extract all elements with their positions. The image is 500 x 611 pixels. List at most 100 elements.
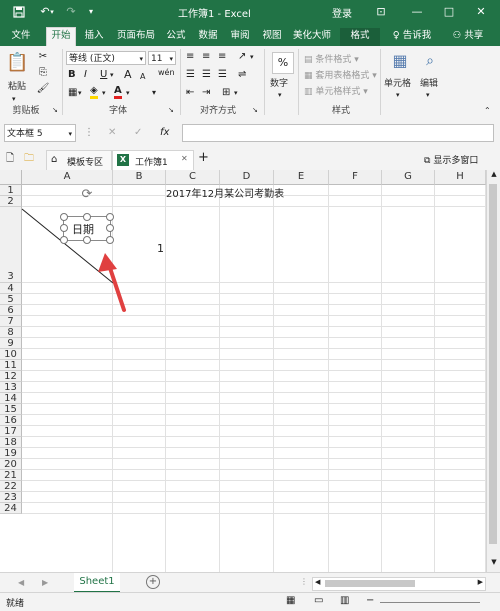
copy-icon[interactable]: ⎘ [36, 66, 50, 80]
tab-beautify-master[interactable]: 美化大师 [290, 28, 334, 46]
font-name-select[interactable]: 等线 (正文) ▾ [66, 51, 146, 65]
tab-file[interactable]: 文件 [6, 28, 36, 46]
ribbon-display-options-icon[interactable]: ⊡ [368, 0, 394, 24]
align-bottom-icon[interactable]: ≡ [218, 50, 226, 64]
paste-icon[interactable]: 📋 [6, 50, 28, 76]
font-size-select[interactable]: 11 ▾ [148, 51, 176, 65]
scroll-right-icon[interactable]: ▶ [478, 578, 483, 586]
close-button[interactable]: ✕ [468, 0, 494, 24]
border-icon[interactable]: ▦ [68, 86, 77, 100]
tab-data[interactable]: 数据 [196, 28, 220, 46]
italic-button[interactable]: I [84, 68, 87, 82]
tab-split-icon[interactable]: ⋮ [300, 575, 308, 589]
enter-icon[interactable]: ✓ [134, 126, 142, 140]
increase-font-icon[interactable]: A [124, 68, 132, 82]
redo-icon[interactable]: ↷ [58, 0, 84, 24]
tab-formulas[interactable]: 公式 [164, 28, 188, 46]
scroll-left-icon[interactable]: ◀ [315, 578, 320, 586]
name-box[interactable]: 文本框 5 ▾ [4, 124, 76, 142]
scroll-down-icon[interactable]: ▼ [487, 558, 500, 566]
conditional-formatting-button[interactable]: ▤ 条件格式 ▾ [304, 52, 359, 65]
find-icon[interactable]: ⌕ [420, 50, 440, 72]
show-multi-window-button[interactable]: ⧉ 显示多窗口 [424, 153, 478, 166]
scroll-up-icon[interactable]: ▲ [487, 170, 500, 178]
cancel-icon[interactable]: ✕ [108, 126, 116, 140]
number-format-icon[interactable]: % [272, 52, 294, 74]
undo-dropdown-icon[interactable]: ▾ [46, 0, 58, 24]
underline-button[interactable]: U [100, 68, 107, 82]
tab-home[interactable]: 开始 [46, 27, 76, 46]
bold-button[interactable]: B [68, 68, 76, 82]
tab-format[interactable]: 格式 [340, 28, 380, 46]
tab-review[interactable]: 审阅 [228, 28, 252, 46]
editing-dropdown-icon[interactable]: ▾ [426, 88, 430, 102]
border-dropdown-icon[interactable]: ▾ [78, 86, 82, 100]
insert-function-icon[interactable]: fx [160, 126, 169, 140]
maximize-button[interactable]: □ [436, 0, 462, 24]
align-middle-icon[interactable]: ≡ [202, 50, 210, 64]
formula-input[interactable] [182, 124, 494, 142]
wrap-text-icon[interactable]: ⇌ [238, 68, 246, 82]
next-sheet-icon[interactable]: ▶ [42, 576, 48, 590]
collapse-ribbon-icon[interactable]: ⌃ [484, 104, 491, 118]
phonetic-guide-icon[interactable]: wén [158, 66, 175, 80]
cut-icon[interactable]: ✂ [36, 50, 50, 64]
add-tab-button[interactable]: + [198, 151, 209, 165]
fill-color-dropdown-icon[interactable]: ▾ [102, 86, 106, 100]
font-color-icon[interactable]: A [114, 84, 122, 99]
cells-dropdown-icon[interactable]: ▾ [396, 88, 400, 102]
new-file-icon[interactable]: 🗋 [6, 152, 14, 166]
cell-styles-button[interactable]: ▥ 单元格样式 ▾ [304, 84, 368, 97]
share-button[interactable]: ⚇ 共享 [446, 28, 490, 46]
tab-close-icon[interactable]: ✕ [181, 154, 188, 163]
cells-icon[interactable]: ▦ [390, 50, 410, 72]
tell-me-search[interactable]: ♀ 告诉我 [388, 28, 436, 46]
clipboard-launcher-icon[interactable]: ↘ [52, 103, 58, 117]
add-sheet-button[interactable]: + [146, 575, 160, 589]
horizontal-scrollbar[interactable]: ◀ ▶ [312, 577, 486, 591]
tab-page-layout[interactable]: 页面布局 [114, 28, 158, 46]
underline-dropdown-icon[interactable]: ▾ [110, 68, 114, 82]
fill-color-icon[interactable]: ◈ [90, 84, 98, 99]
spreadsheet-grid[interactable]: ABCDEFGH 1 2 3 4 5 6 7 8 9 10 11 12 13 14 15 16 17 18 19 20… [0, 170, 486, 572]
zoom-slider[interactable] [380, 602, 480, 603]
normal-view-icon[interactable]: ▦ [286, 594, 295, 608]
minimize-button[interactable]: — [404, 0, 430, 24]
alignment-launcher-icon[interactable]: ↘ [252, 103, 258, 117]
vertical-scrollbar[interactable]: ▲ ▼ [486, 170, 500, 572]
decrease-font-icon[interactable]: A [140, 70, 145, 84]
format-as-table-button[interactable]: ▦ 套用表格格式 ▾ [304, 68, 377, 81]
template-tab[interactable]: ⌂ 模板专区 [46, 150, 112, 170]
prev-sheet-icon[interactable]: ◀ [18, 576, 24, 590]
paste-button[interactable]: 粘贴 [8, 79, 26, 92]
increase-indent-icon[interactable]: ⇥ [202, 86, 210, 100]
customize-qat-icon[interactable]: ▾ [84, 0, 98, 24]
scroll-thumb[interactable] [489, 184, 497, 544]
merge-center-icon[interactable]: ⊞ [222, 86, 230, 100]
h-scroll-thumb[interactable] [325, 580, 415, 587]
save-icon[interactable] [6, 0, 32, 24]
decrease-indent-icon[interactable]: ⇤ [186, 86, 194, 100]
orientation-icon[interactable]: ↗ [238, 50, 246, 64]
font-color-dropdown-icon[interactable]: ▾ [126, 86, 130, 100]
align-left-icon[interactable]: ☰ [186, 68, 195, 82]
more-font-icon[interactable]: ▾ [152, 86, 156, 100]
merge-dropdown-icon[interactable]: ▾ [234, 86, 238, 100]
page-layout-view-icon[interactable]: ▭ [314, 594, 323, 608]
font-launcher-icon[interactable]: ↘ [168, 103, 174, 117]
page-break-view-icon[interactable]: ▥ [340, 594, 349, 608]
tab-view[interactable]: 视图 [260, 28, 284, 46]
number-dropdown-icon[interactable]: ▾ [278, 88, 282, 102]
sheet-tab-sheet1[interactable]: Sheet1 [74, 573, 120, 593]
login-link[interactable]: 登录 [332, 5, 352, 20]
format-painter-icon[interactable]: 🖌 [36, 82, 50, 96]
align-top-icon[interactable]: ≡ [186, 50, 194, 64]
align-center-icon[interactable]: ☰ [202, 68, 211, 82]
workbook-tab[interactable]: X 工作簿1 ✕ [112, 150, 194, 171]
divider [298, 49, 299, 115]
orientation-dropdown-icon[interactable]: ▾ [250, 50, 254, 64]
zoom-out-icon[interactable]: − [366, 594, 374, 608]
open-folder-icon[interactable]: 🗀 [24, 152, 34, 166]
tab-insert[interactable]: 插入 [80, 28, 108, 46]
align-right-icon[interactable]: ☰ [218, 68, 227, 82]
